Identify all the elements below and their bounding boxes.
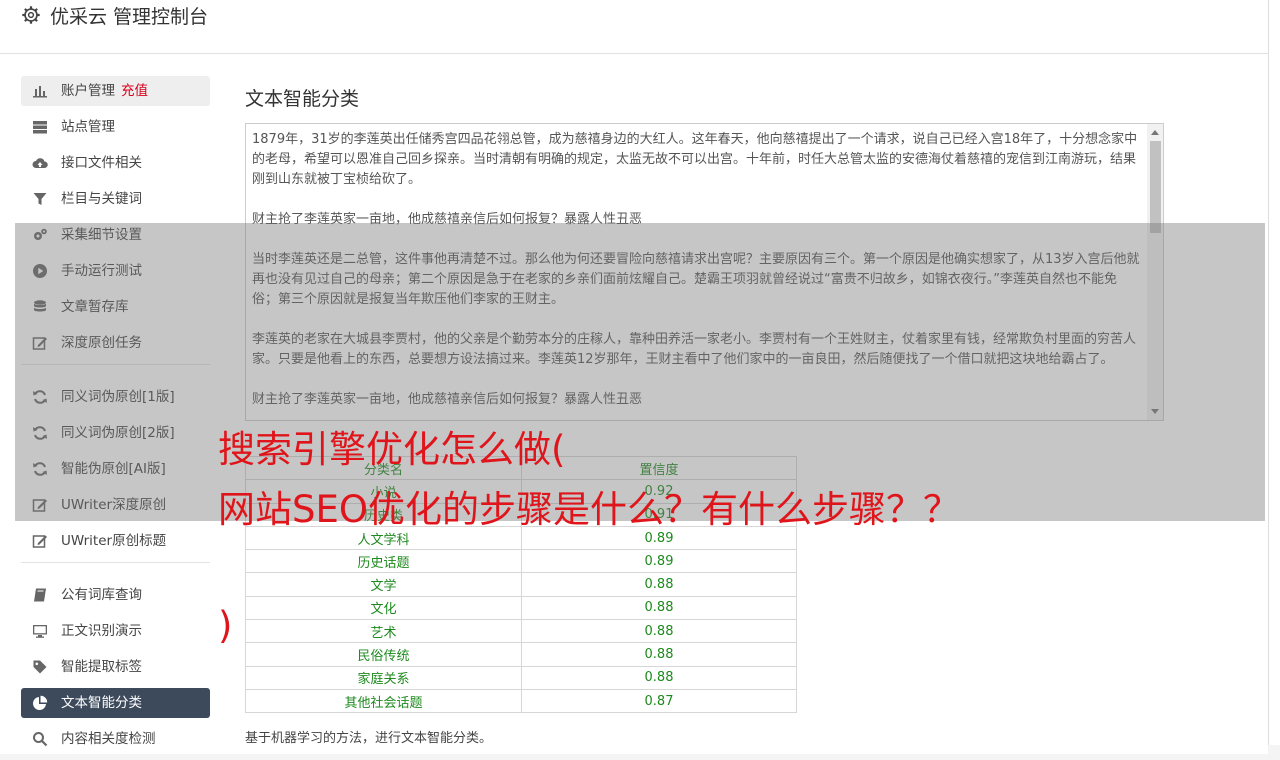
confidence-cell: 0.87 [521,688,797,714]
sidebar-item-body-extract[interactable]: 正文识别演示 [21,616,210,646]
confidence-cell: 0.89 [521,549,797,574]
table-row: 文化 0.88 [245,595,797,621]
article-paragraph: 1879年，31岁的李莲英出任储秀宫四品花翎总管，成为慈禧身边的大红人。这年春天… [252,132,1138,187]
category-cell: 其他社会话题 [245,688,522,714]
scroll-up-arrow-icon[interactable] [1151,130,1159,135]
app-title: 优采云 管理控制台 [50,6,209,28]
category-cell: 民俗传统 [245,642,522,667]
book-icon [34,588,46,602]
sidebar-item-keywords[interactable]: 栏目与关键词 [21,184,210,214]
category-cell: 艺术 [245,619,522,644]
page-title: 文本智能分类 [245,88,360,110]
sidebar-item-public-lexicon[interactable]: 公有词库查询 [21,580,210,610]
tag-icon [33,660,47,674]
table-row: 历史话题 0.89 [245,549,797,574]
category-cell: 文化 [245,595,522,621]
pie-chart-icon [33,695,48,710]
server-icon [33,121,47,134]
sidebar-item-label: 文本智能分类 [61,695,142,711]
table-row: 其他社会话题 0.87 [245,688,797,714]
sidebar-item-label: 站点管理 [61,119,115,135]
category-cell: 文学 [245,572,522,597]
table-row: 家庭关系 0.88 [245,665,797,690]
overlay-headline-line: ) [218,604,233,647]
sidebar-divider [21,562,210,563]
sidebar-item-label: 公有词库查询 [61,587,142,603]
sidebar-item-uwriter-title[interactable]: UWriter原创标题 [21,526,210,556]
category-cell: 历史话题 [245,549,522,574]
category-cell: 家庭关系 [245,665,522,690]
cloud-upload-icon [32,158,48,168]
sidebar-item-label: 栏目与关键词 [61,191,142,207]
monitor-icon [33,625,47,638]
overlay-headline-line: 网站SEO优化的步骤是什么？有什么步骤？？ [218,488,960,531]
sidebar-item-account[interactable]: 账户管理 充值 [21,76,210,106]
sidebar-item-tag-extract[interactable]: 智能提取标签 [21,652,210,682]
recharge-link[interactable]: 充值 [121,83,148,99]
method-footnote: 基于机器学习的方法，进行文本智能分类。 [245,731,493,746]
overlay-headline-line: 搜索引擎优化怎么做( [218,428,566,471]
sidebar-item-label: 内容相关度检测 [61,731,156,747]
confidence-cell: 0.88 [521,572,797,597]
window-scrollbar[interactable] [1268,0,1280,745]
sidebar-item-label: 正文识别演示 [61,623,142,639]
header-bar: 优采云 管理控制台 [0,0,1280,54]
scroll-thumb[interactable] [1150,141,1161,233]
sidebar-item-label: 账户管理 [61,83,115,99]
sidebar-item-text-classify[interactable]: 文本智能分类 [21,688,210,718]
sidebar-item-interface-files[interactable]: 接口文件相关 [21,148,210,178]
edit-icon [32,535,47,548]
overlay-headline: 搜索引擎优化怎么做( 网站SEO优化的步骤是什么？有什么步骤？？ [218,420,960,540]
sidebar-item-relevance[interactable]: 内容相关度检测 [21,724,210,754]
sidebar-item-label: 智能提取标签 [61,659,142,675]
table-row: 艺术 0.88 [245,619,797,644]
confidence-cell: 0.88 [521,595,797,621]
sidebar-item-label: 接口文件相关 [61,155,142,171]
bar-chart-icon [33,86,47,98]
confidence-cell: 0.88 [521,619,797,644]
filter-icon [33,193,47,205]
confidence-cell: 0.88 [521,642,797,667]
gear-icon[interactable] [20,4,42,26]
sidebar-item-label: UWriter原创标题 [61,533,167,549]
table-row: 文学 0.88 [245,572,797,597]
table-row: 民俗传统 0.88 [245,642,797,667]
sidebar-item-sites[interactable]: 站点管理 [21,112,210,142]
confidence-cell: 0.88 [521,665,797,690]
